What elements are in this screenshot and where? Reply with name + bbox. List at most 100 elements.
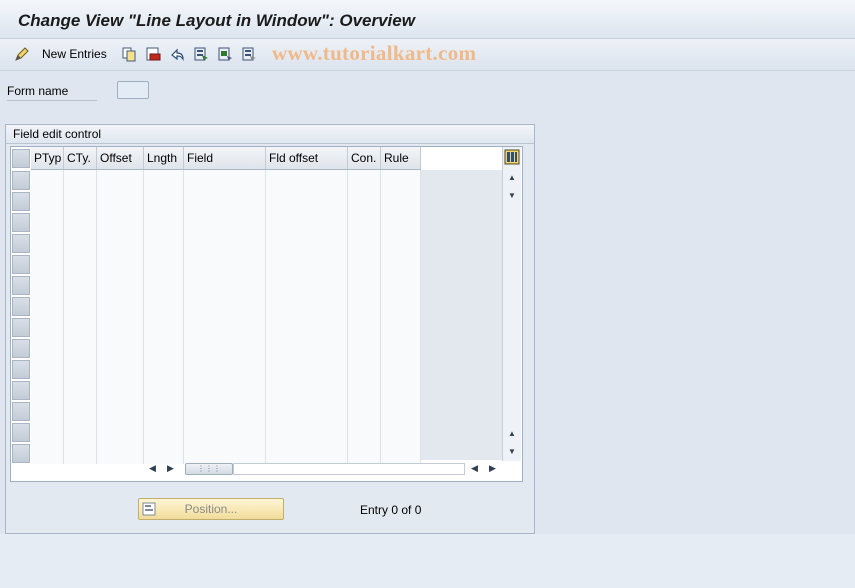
table-cell-field[interactable] — [184, 359, 266, 380]
table-cell-cty[interactable] — [64, 422, 97, 443]
table-cell-lngth[interactable] — [144, 170, 184, 191]
table-cell-offset[interactable] — [97, 254, 144, 275]
table-cell-con[interactable] — [348, 275, 381, 296]
table-cell-field[interactable] — [184, 212, 266, 233]
table-cell-fld-offset[interactable] — [266, 380, 348, 401]
table-cell-cty[interactable] — [64, 233, 97, 254]
table-cell-cty[interactable] — [64, 359, 97, 380]
table-cell-ptyp[interactable] — [31, 296, 64, 317]
table-cell-con[interactable] — [348, 317, 381, 338]
table-cell-con[interactable] — [348, 212, 381, 233]
row-selector[interactable] — [12, 192, 30, 211]
table-cell-cty[interactable] — [64, 212, 97, 233]
table-cell-ptyp[interactable] — [31, 254, 64, 275]
table-cell-rule[interactable] — [381, 296, 421, 317]
table-cell-offset[interactable] — [97, 401, 144, 422]
column-header-lngth[interactable]: Lngth — [144, 147, 184, 169]
row-selector[interactable] — [12, 276, 30, 295]
scroll-left-end-icon[interactable]: ◀ — [471, 463, 478, 474]
table-cell-fld-offset[interactable] — [266, 401, 348, 422]
row-selector[interactable] — [12, 234, 30, 253]
table-cell-lngth[interactable] — [144, 212, 184, 233]
table-cell-fld-offset[interactable] — [266, 422, 348, 443]
column-settings-icon[interactable] — [504, 149, 520, 165]
column-header-con[interactable]: Con. — [348, 147, 381, 169]
table-cell-offset[interactable] — [97, 443, 144, 464]
table-cell-field[interactable] — [184, 317, 266, 338]
horizontal-scroll-track[interactable] — [233, 463, 465, 475]
table-cell-ptyp[interactable] — [31, 380, 64, 401]
table-cell-lngth[interactable] — [144, 275, 184, 296]
table-cell-lngth[interactable] — [144, 338, 184, 359]
table-cell-rule[interactable] — [381, 317, 421, 338]
table-cell-offset[interactable] — [97, 212, 144, 233]
table-cell-ptyp[interactable] — [31, 233, 64, 254]
table-cell-con[interactable] — [348, 296, 381, 317]
table-cell-fld-offset[interactable] — [266, 275, 348, 296]
horizontal-scrollbar[interactable]: ◀ ▶ ⋮⋮⋮ ◀ ▶ — [147, 460, 503, 478]
table-cell-offset[interactable] — [97, 338, 144, 359]
table-cell-offset[interactable] — [97, 359, 144, 380]
table-cell-ptyp[interactable] — [31, 170, 64, 191]
scroll-up-bottom-icon[interactable]: ▲ — [504, 425, 520, 441]
horizontal-scroll-thumb[interactable]: ⋮⋮⋮ — [185, 463, 233, 475]
table-cell-field[interactable] — [184, 401, 266, 422]
table-cell-offset[interactable] — [97, 380, 144, 401]
scroll-left-icon[interactable]: ◀ — [149, 463, 156, 474]
row-selector[interactable] — [12, 318, 30, 337]
select-all-rows-button[interactable] — [12, 149, 30, 168]
table-cell-lngth[interactable] — [144, 233, 184, 254]
select-block-icon[interactable] — [217, 46, 233, 62]
table-cell-lngth[interactable] — [144, 380, 184, 401]
table-cell-fld-offset[interactable] — [266, 359, 348, 380]
table-cell-cty[interactable] — [64, 338, 97, 359]
column-header-rule[interactable]: Rule — [381, 147, 421, 169]
table-cell-rule[interactable] — [381, 254, 421, 275]
table-cell-rule[interactable] — [381, 191, 421, 212]
table-cell-con[interactable] — [348, 338, 381, 359]
table-cell-offset[interactable] — [97, 170, 144, 191]
scroll-up-top-icon[interactable]: ▲ — [504, 169, 520, 185]
table-cell-field[interactable] — [184, 191, 266, 212]
table-cell-offset[interactable] — [97, 296, 144, 317]
delete-icon[interactable] — [145, 46, 161, 62]
table-cell-con[interactable] — [348, 170, 381, 191]
row-selector[interactable] — [12, 423, 30, 442]
scroll-right-end-icon[interactable]: ▶ — [489, 463, 496, 474]
table-cell-con[interactable] — [348, 191, 381, 212]
table-cell-ptyp[interactable] — [31, 317, 64, 338]
table-cell-lngth[interactable] — [144, 254, 184, 275]
scroll-down-bottom-icon[interactable]: ▼ — [504, 443, 520, 459]
table-cell-field[interactable] — [184, 170, 266, 191]
table-cell-ptyp[interactable] — [31, 443, 64, 464]
table-cell-cty[interactable] — [64, 317, 97, 338]
table-cell-ptyp[interactable] — [31, 191, 64, 212]
edit-pen-icon[interactable] — [14, 46, 30, 62]
table-cell-field[interactable] — [184, 254, 266, 275]
table-cell-cty[interactable] — [64, 443, 97, 464]
table-cell-con[interactable] — [348, 422, 381, 443]
table-cell-fld-offset[interactable] — [266, 212, 348, 233]
row-selector[interactable] — [12, 297, 30, 316]
column-header-cty[interactable]: CTy. — [64, 147, 97, 169]
table-cell-cty[interactable] — [64, 254, 97, 275]
scroll-right-icon[interactable]: ▶ — [167, 463, 174, 474]
row-selector[interactable] — [12, 171, 30, 190]
table-cell-cty[interactable] — [64, 380, 97, 401]
table-cell-offset[interactable] — [97, 233, 144, 254]
table-cell-cty[interactable] — [64, 296, 97, 317]
table-cell-con[interactable] — [348, 380, 381, 401]
table-cell-fld-offset[interactable] — [266, 191, 348, 212]
deselect-all-icon[interactable] — [241, 46, 257, 62]
table-cell-fld-offset[interactable] — [266, 254, 348, 275]
vertical-scrollbar[interactable]: ▲ ▼ ▲ ▼ — [502, 147, 521, 461]
table-cell-field[interactable] — [184, 275, 266, 296]
table-cell-ptyp[interactable] — [31, 338, 64, 359]
table-cell-fld-offset[interactable] — [266, 338, 348, 359]
new-entries-button[interactable]: New Entries — [38, 44, 107, 64]
row-selector[interactable] — [12, 360, 30, 379]
column-header-field[interactable]: Field — [184, 147, 266, 169]
table-cell-rule[interactable] — [381, 380, 421, 401]
row-selector[interactable] — [12, 402, 30, 421]
table-cell-rule[interactable] — [381, 170, 421, 191]
